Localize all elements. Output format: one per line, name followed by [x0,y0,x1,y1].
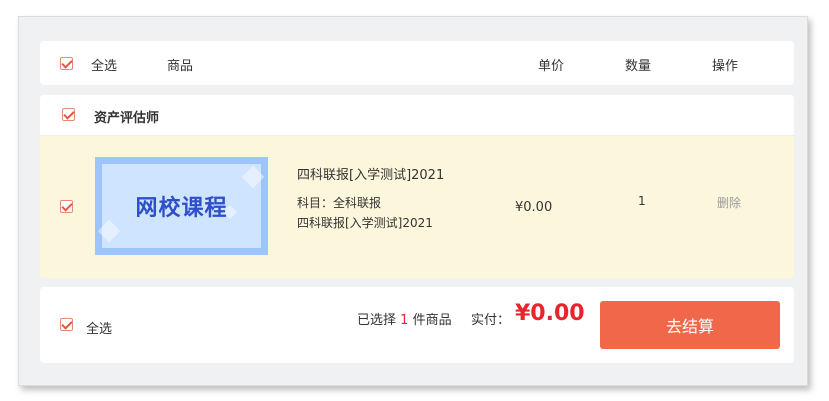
total-amount: ¥0.00 [515,301,585,326]
selected-prefix: 已选择 [357,313,397,328]
cart-item-row: 网校课程 四科联报[入学测试]2021 科目：全科联报 四科联报[入学测试]20… [40,136,794,278]
shop-checkbox[interactable] [62,108,75,121]
cart-panel: 全选 商品 单价 数量 操作 资产评估师 网校课程 四科联报[入学测试]2021… [18,16,808,386]
shop-name: 资产评估师 [94,111,160,126]
select-all-label-header: 全选 [91,59,118,74]
item-quantity: 1 [638,194,646,208]
select-all-label-footer: 全选 [86,322,113,337]
delete-link[interactable]: 删除 [717,194,741,211]
selected-suffix: 件商品 [412,313,452,328]
item-subject-detail: 四科联报[入学测试]2021 [297,216,433,230]
thumbnail-title: 网校课程 [135,196,228,221]
column-quantity: 数量 [625,59,652,74]
selected-count: 1 [400,313,409,328]
column-price: 单价 [538,59,565,74]
item-title[interactable]: 四科联报[入学测试]2021 [297,164,444,183]
item-subject: 科目：全科联报 [297,196,382,210]
item-price: ¥0.00 [515,200,553,215]
column-product: 商品 [167,59,194,74]
item-checkbox[interactable] [60,200,73,213]
checkout-button[interactable]: 去结算 [600,301,780,349]
select-all-checkbox-footer[interactable] [60,318,73,331]
course-thumbnail[interactable]: 网校课程 [95,157,268,255]
cart-header: 全选 商品 单价 数量 操作 [40,41,794,85]
selected-summary: 已选择 1 件商品 [357,309,452,328]
cart-footer: 全选 已选择 1 件商品 实付： ¥0.00 去结算 [40,287,794,363]
select-all-checkbox-header[interactable] [60,57,73,70]
column-action: 操作 [712,59,739,74]
paid-label: 实付： [471,313,511,328]
cart-item-group: 资产评估师 网校课程 四科联报[入学测试]2021 科目：全科联报 四科联报[入… [40,95,794,278]
shop-row: 资产评估师 [40,95,794,136]
